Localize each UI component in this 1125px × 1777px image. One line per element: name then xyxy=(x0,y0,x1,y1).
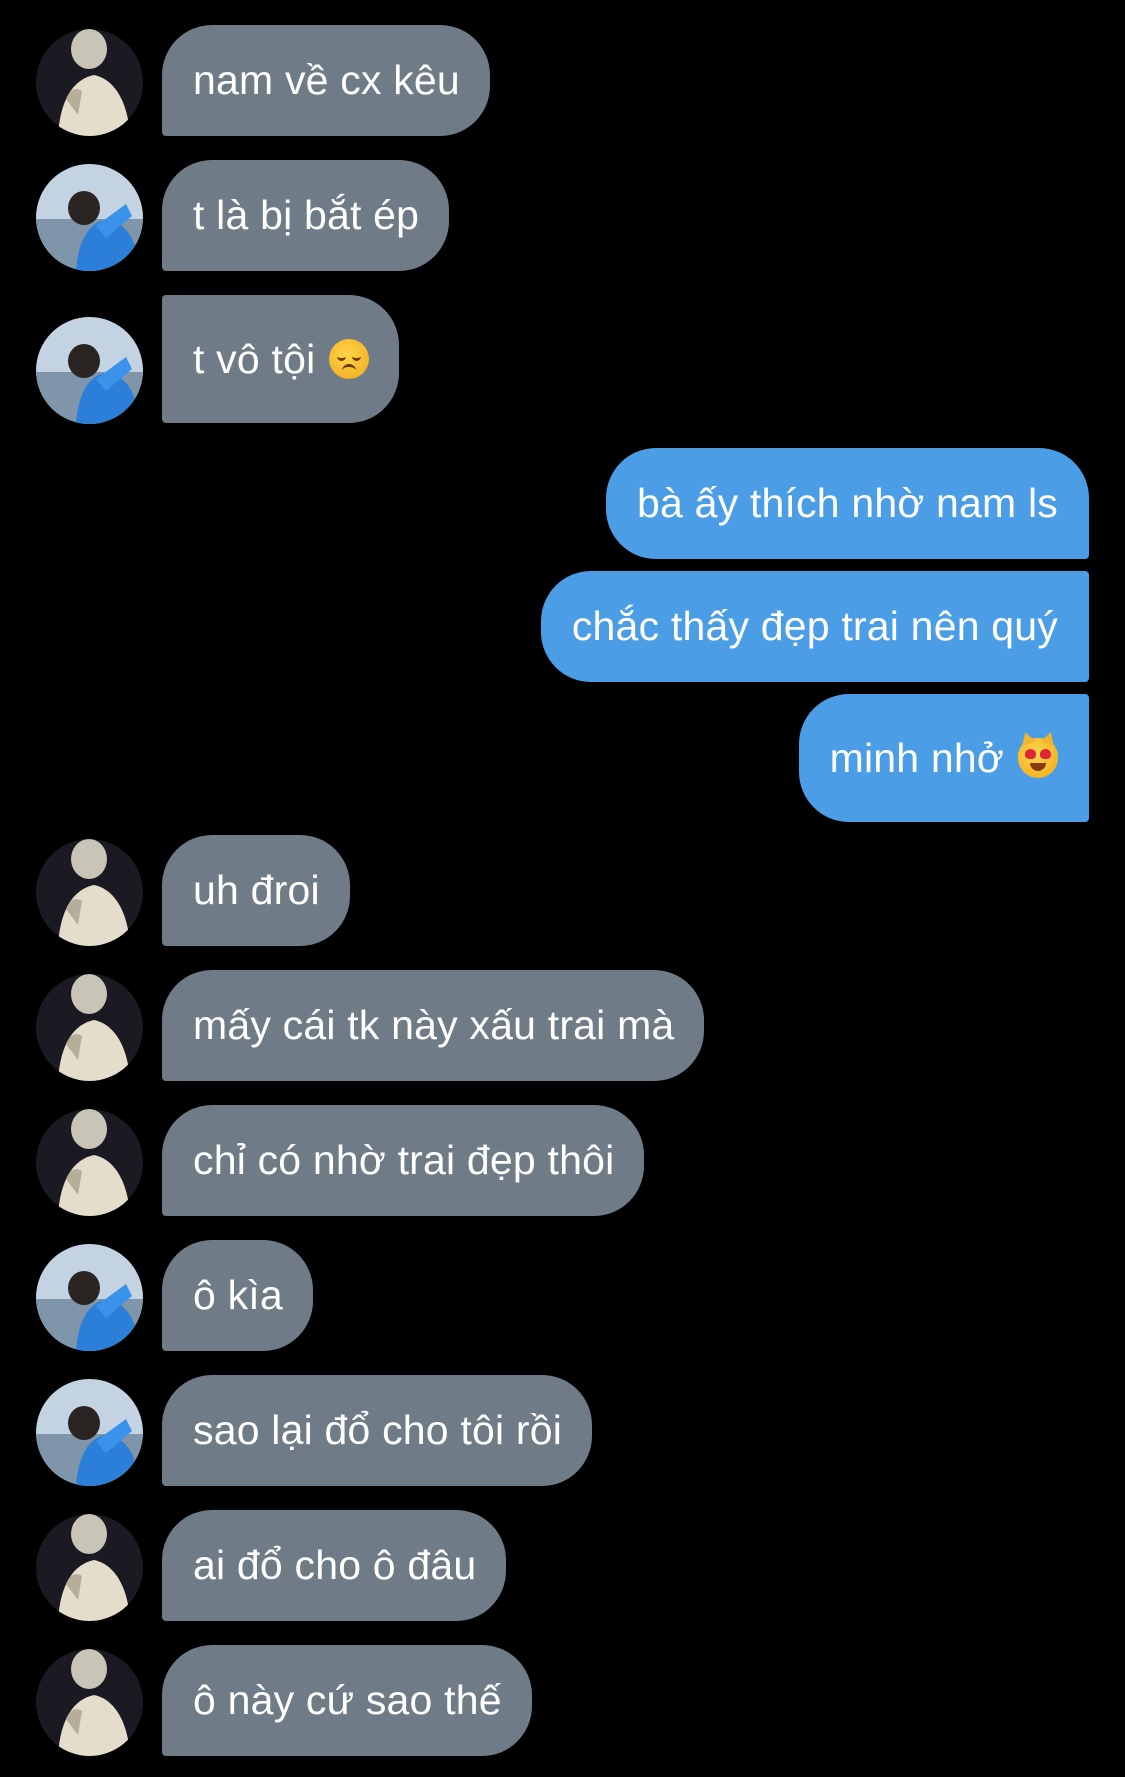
message-bubble[interactable]: bà ấy thích nhờ nam ls xyxy=(605,448,1089,559)
message-row: ô này cứ sao thế xyxy=(0,1645,1125,1756)
message-text: mấy cái tk này xấu trai mà xyxy=(193,1002,675,1048)
dark-portrait-avatar-icon xyxy=(36,1649,143,1756)
message-row: chỉ có nhờ trai đẹp thôi xyxy=(0,1105,1125,1216)
message-row: sao lại đổ cho tôi rồi xyxy=(0,1375,1125,1486)
message-row: t vô tội xyxy=(0,295,1125,424)
dark-portrait-avatar-icon xyxy=(36,1514,143,1621)
message-bubble[interactable]: chắc thấy đẹp trai nên quý xyxy=(540,571,1089,682)
dark-portrait-avatar-icon xyxy=(36,974,143,1081)
dark-portrait-avatar-icon xyxy=(36,1109,143,1216)
disappointed-face-emoji-icon xyxy=(329,339,370,379)
sender-avatar[interactable] xyxy=(36,164,143,271)
message-row: mấy cái tk này xấu trai mà xyxy=(0,970,1125,1081)
sender-avatar[interactable] xyxy=(36,1514,143,1621)
message-row: ô kìa xyxy=(0,1240,1125,1351)
sender-avatar[interactable] xyxy=(36,1649,143,1756)
dark-portrait-avatar-icon xyxy=(36,839,143,946)
message-text: sao lại đổ cho tôi rồi xyxy=(193,1407,563,1453)
blue-jacket-avatar-icon xyxy=(36,164,143,271)
heart-eyes-cat-emoji-icon xyxy=(1018,738,1058,778)
message-text: minh nhở xyxy=(829,734,1004,781)
blue-jacket-avatar-icon xyxy=(36,317,143,424)
sender-avatar[interactable] xyxy=(36,1379,143,1486)
sender-avatar[interactable] xyxy=(36,1109,143,1216)
message-row: ai đổ cho ô đâu xyxy=(0,1510,1125,1621)
message-bubble[interactable]: minh nhở xyxy=(798,694,1089,822)
sender-avatar[interactable] xyxy=(36,1244,143,1351)
chat-thread: nam về cx kêu t là bị bắt ép t vô tội bà… xyxy=(0,0,1125,1777)
blue-jacket-avatar-icon xyxy=(36,1379,143,1486)
message-text: ô này cứ sao thế xyxy=(193,1677,502,1723)
message-row: uh đroi xyxy=(0,835,1125,946)
message-bubble[interactable]: nam về cx kêu xyxy=(162,25,490,136)
message-bubble[interactable]: sao lại đổ cho tôi rồi xyxy=(162,1375,593,1486)
message-text: nam về cx kêu xyxy=(193,57,460,103)
message-bubble[interactable]: chỉ có nhờ trai đẹp thôi xyxy=(162,1105,645,1216)
message-bubble[interactable]: mấy cái tk này xấu trai mà xyxy=(162,970,705,1081)
sender-avatar[interactable] xyxy=(36,29,143,136)
message-bubble[interactable]: ô này cứ sao thế xyxy=(162,1645,532,1756)
message-row: t là bị bắt ép xyxy=(0,160,1125,271)
message-text: ai đổ cho ô đâu xyxy=(193,1542,477,1588)
message-bubble[interactable]: t vô tội xyxy=(162,295,400,423)
message-row: nam về cx kêu xyxy=(0,25,1125,136)
message-bubble[interactable]: ô kìa xyxy=(162,1240,313,1351)
message-bubble[interactable]: ai đổ cho ô đâu xyxy=(162,1510,507,1621)
message-bubble[interactable]: uh đroi xyxy=(162,835,350,946)
dark-portrait-avatar-icon xyxy=(36,29,143,136)
message-text: t vô tội xyxy=(193,335,316,382)
message-text: uh đroi xyxy=(193,867,320,913)
sender-avatar[interactable] xyxy=(36,974,143,1081)
message-text: chắc thấy đẹp trai nên quý xyxy=(571,603,1058,649)
message-text: t là bị bắt ép xyxy=(193,192,420,238)
message-bubble[interactable]: t là bị bắt ép xyxy=(162,160,450,271)
message-row: chắc thấy đẹp trai nên quý xyxy=(0,571,1125,682)
message-row: bà ấy thích nhờ nam ls xyxy=(0,448,1125,559)
message-text: chỉ có nhờ trai đẹp thôi xyxy=(193,1137,615,1183)
message-text: ô kìa xyxy=(193,1272,283,1318)
sender-avatar[interactable] xyxy=(36,317,143,424)
sender-avatar[interactable] xyxy=(36,839,143,946)
message-row: minh nhở xyxy=(0,694,1125,822)
message-text: bà ấy thích nhờ nam ls xyxy=(636,480,1058,526)
blue-jacket-avatar-icon xyxy=(36,1244,143,1351)
